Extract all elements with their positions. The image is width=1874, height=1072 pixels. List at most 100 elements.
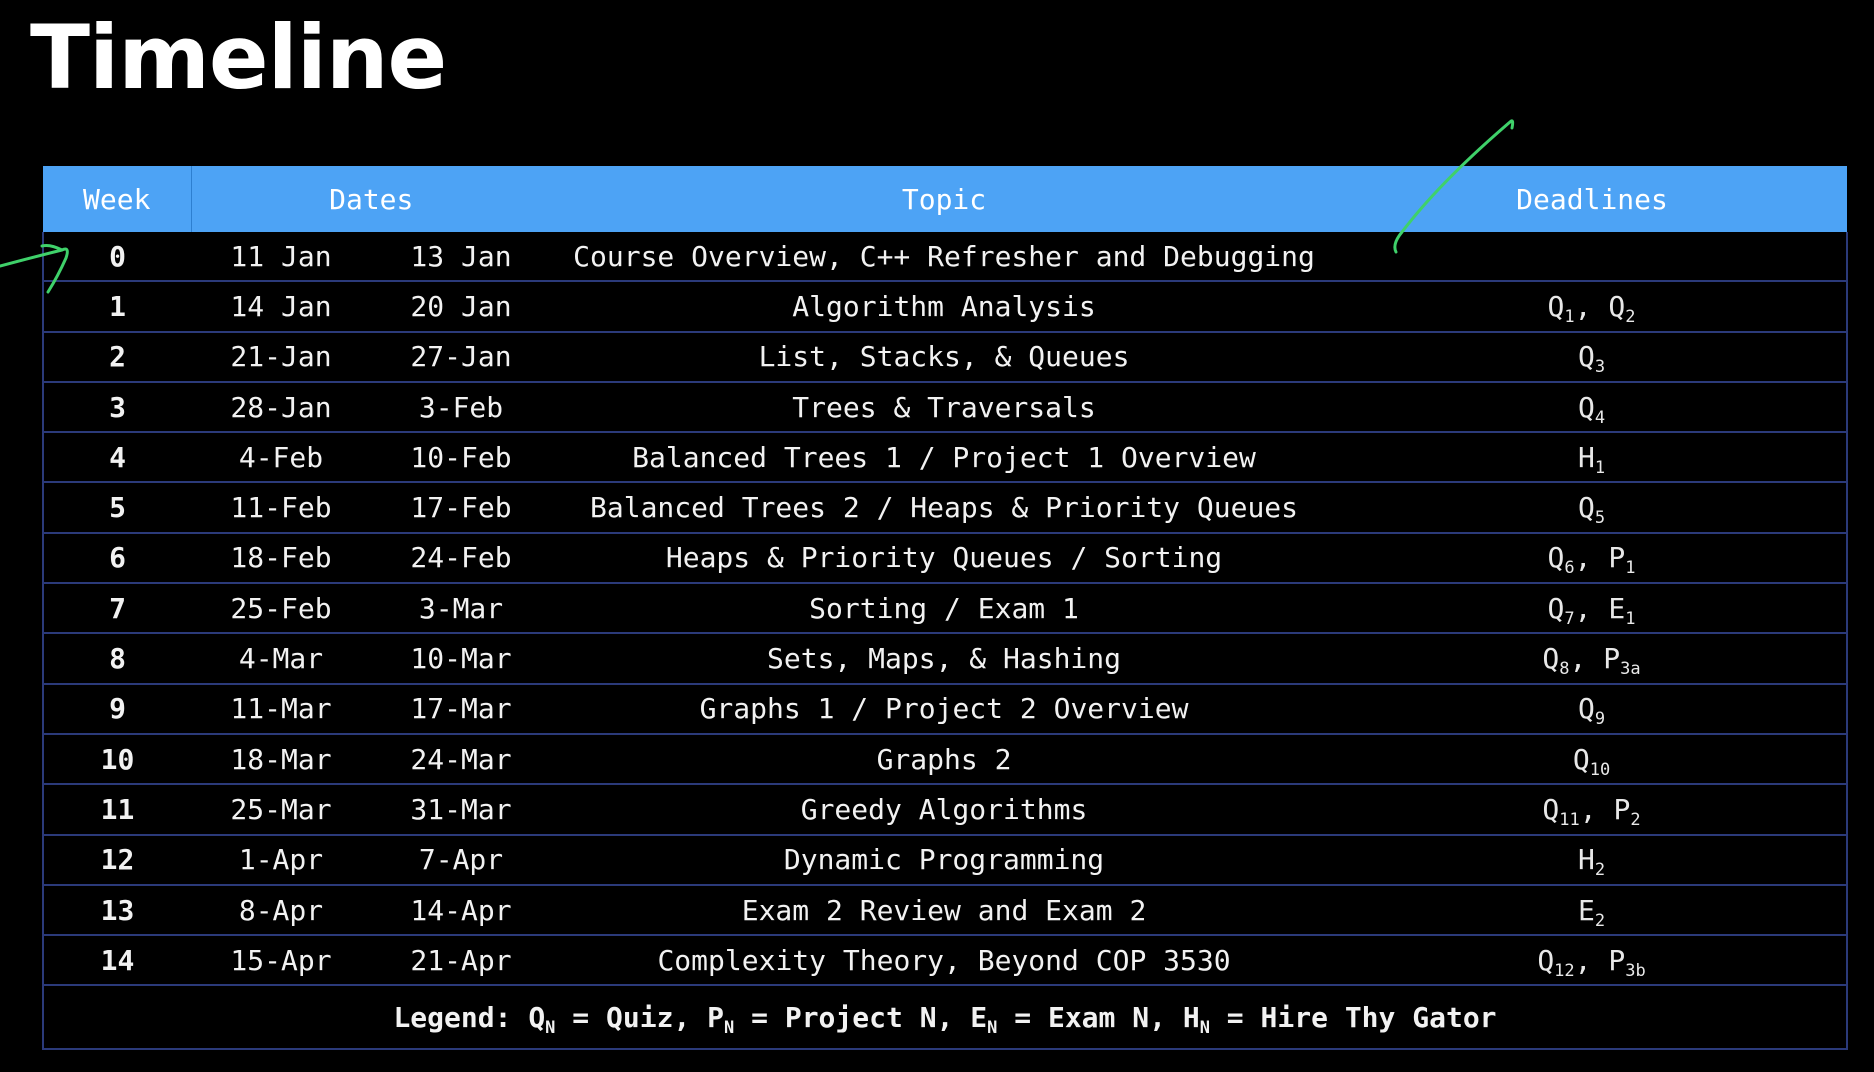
legend-symbol-index: N (1199, 1017, 1210, 1038)
deadline-token: Q3 (1578, 340, 1605, 376)
timeline-table: Week Dates Topic Deadlines 0 11 Jan 13 Jan… (41, 166, 1849, 1051)
deadline-token: P2 (1613, 792, 1640, 829)
week-cell: 11 (42, 784, 191, 836)
start-date-cell: 18-Mar (191, 733, 371, 786)
deadline-letter: Q (1572, 742, 1590, 776)
week-cell: 8 (42, 633, 191, 685)
end-date-cell: 20 Jan (371, 281, 552, 333)
legend-symbol: Q (528, 1000, 546, 1034)
start-date-cell: 11-Mar (191, 683, 371, 735)
topic-cell: Balanced Trees 1 / Project 1 Overview (551, 432, 1338, 484)
deadline-token: Q9 (1578, 692, 1605, 728)
deadline-letter: Q (1577, 390, 1595, 424)
deadline-token: P3b (1608, 944, 1645, 980)
deadline-separator: , (1574, 591, 1609, 625)
deadlines-cell: Q10 (1337, 733, 1849, 786)
week-cell: 9 (42, 683, 191, 735)
deadline-token: Q5 (1578, 491, 1605, 527)
deadlines-cell: Q1, Q2 (1337, 281, 1849, 333)
legend-separator: , (936, 1000, 971, 1034)
week-cell: 5 (42, 482, 191, 534)
deadline-separator: , (1569, 642, 1604, 676)
week-cell: 12 (42, 834, 191, 886)
deadline-index: 3 (1594, 357, 1606, 378)
table-row: 7 25-Feb 3-Mar Sorting / Exam 1 Q7, E1 (42, 583, 1849, 635)
table-row: 10 18-Mar 24-Mar Graphs 2 Q10 (42, 733, 1849, 786)
topic-cell: Graphs 2 (551, 733, 1338, 786)
topic-cell: Balanced Trees 2 / Heaps & Priority Queu… (551, 482, 1338, 534)
deadline-index: 10 (1589, 759, 1611, 780)
deadlines-cell: Q12, P3b (1337, 935, 1849, 987)
topic-cell: Graphs 1 / Project 2 Overview (551, 683, 1338, 735)
deadline-index: 2 (1625, 306, 1636, 327)
deadlines-cell: H1 (1337, 432, 1849, 484)
legend-symbol: E (970, 1000, 988, 1034)
deadline-token: E2 (1577, 893, 1605, 930)
legend-separator: , (673, 1000, 708, 1034)
start-date-cell: 15-Apr (191, 935, 371, 987)
deadline-letter: P (1608, 541, 1626, 575)
deadlines-cell: Q7, E1 (1337, 583, 1849, 635)
topic-cell: Complexity Theory, Beyond COP 3530 (551, 935, 1338, 987)
end-date-cell: 24-Feb (371, 532, 552, 585)
topic-cell: Exam 2 Review and Exam 2 (551, 884, 1338, 937)
deadline-separator: , (1574, 943, 1609, 977)
end-date-cell: 3-Mar (371, 583, 552, 635)
legend-symbol: H (1182, 1000, 1200, 1034)
end-date-cell: 17-Feb (371, 482, 552, 534)
end-date-cell: 10-Feb (371, 432, 552, 484)
week-cell: 7 (42, 583, 191, 635)
deadline-token: E1 (1608, 592, 1635, 628)
deadline-token: P3a (1603, 642, 1640, 678)
table-row: 12 1-Apr 7-Apr Dynamic Programming H2 (42, 834, 1849, 886)
start-date-cell: 28-Jan (191, 381, 371, 434)
deadline-index: 2 (1630, 809, 1641, 830)
topic-cell: Sorting / Exam 1 (551, 583, 1338, 635)
end-date-cell: 3-Feb (371, 381, 552, 434)
legend-meaning: Exam N (1047, 1000, 1150, 1034)
deadline-letter: H (1577, 440, 1595, 474)
deadline-letter: Q (1608, 289, 1626, 323)
end-date-cell: 7-Apr (371, 834, 552, 886)
end-date-cell: 14-Apr (371, 884, 552, 937)
legend-item: HN = Hire Thy Gator (1182, 1000, 1497, 1037)
week-cell: 2 (42, 331, 191, 383)
legend-symbol: P (707, 1000, 725, 1034)
week-cell: 13 (42, 884, 191, 937)
legend-prefix: Legend: (393, 1000, 529, 1034)
deadline-index: 4 (1594, 407, 1606, 428)
deadline-token: Q12 (1537, 944, 1574, 980)
deadlines-cell: H2 (1337, 834, 1849, 886)
legend-symbol-index: N (987, 1017, 998, 1038)
deadline-letter: E (1577, 893, 1595, 927)
table-row: 2 21-Jan 27-Jan List, Stacks, & Queues Q3 (42, 331, 1849, 383)
start-date-cell: 18-Feb (191, 532, 371, 585)
deadline-index: 6 (1564, 558, 1575, 579)
legend-meaning: Project N (784, 1000, 937, 1034)
deadlines-cell: Q6, P1 (1337, 532, 1849, 585)
week-cell: 4 (42, 432, 191, 484)
deadline-separator: , (1579, 792, 1614, 826)
table-row: 4 4-Feb 10-Feb Balanced Trees 1 / Project 1… (42, 432, 1849, 484)
week-cell: 3 (42, 381, 191, 434)
deadlines-cell (1337, 232, 1849, 283)
start-date-cell: 21-Jan (191, 331, 371, 383)
deadline-token: Q2 (1608, 289, 1635, 326)
deadline-letter: P (1613, 792, 1631, 826)
deadline-index: 1 (1594, 457, 1606, 478)
table-row: 0 11 Jan 13 Jan Course Overview, C++ Refres… (42, 232, 1849, 283)
end-date-cell: 24-Mar (371, 733, 552, 786)
deadline-index: 1 (1625, 608, 1636, 629)
legend-symbol-index: N (724, 1017, 735, 1038)
end-date-cell: 31-Mar (371, 784, 552, 836)
deadlines-cell: E2 (1337, 884, 1849, 937)
table-row: 1 14 Jan 20 Jan Algorithm Analysis Q1, Q2 (42, 281, 1849, 333)
week-cell: 6 (42, 532, 191, 585)
deadline-letter: P (1603, 642, 1621, 676)
deadline-token: Q6 (1548, 541, 1575, 577)
legend-meaning: Hire Thy Gator (1260, 1000, 1497, 1034)
deadline-index: 1 (1625, 558, 1636, 579)
deadline-index: 5 (1594, 508, 1606, 529)
week-cell: 14 (42, 935, 191, 987)
week-cell: 10 (42, 733, 191, 786)
